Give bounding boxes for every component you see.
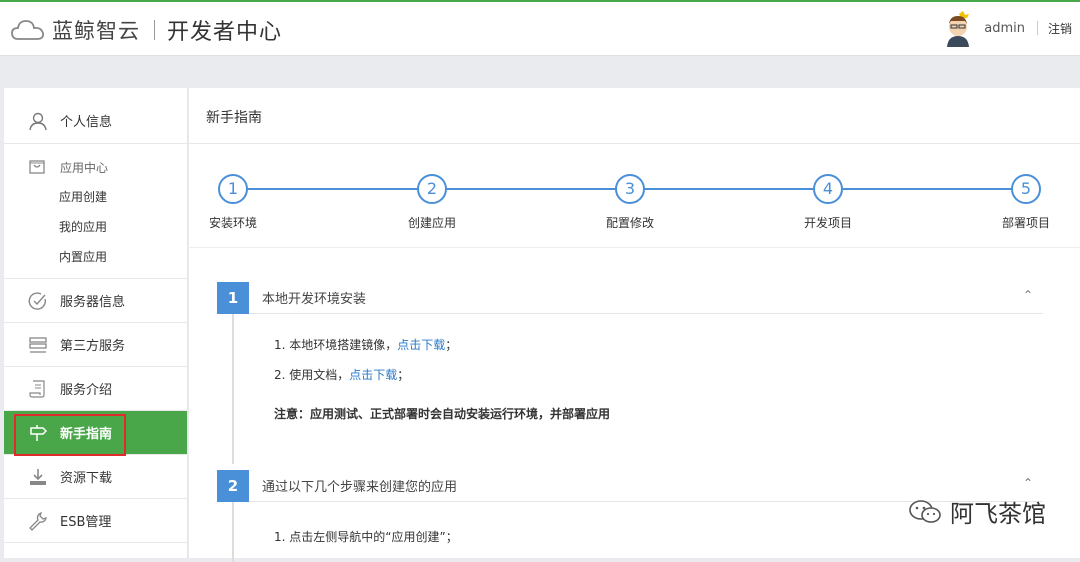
sidebar-item-esb[interactable]: ESB管理 xyxy=(4,499,187,543)
brand-divider xyxy=(154,20,155,40)
header-divider xyxy=(1036,21,1038,35)
section-number: 2 xyxy=(217,469,249,502)
user-area: admin 注销 xyxy=(944,8,1080,48)
sidebar-item-app-create[interactable]: 应用创建 xyxy=(4,182,187,212)
list-item-text: 2. 使用文档， xyxy=(274,368,350,382)
step-5[interactable]: 5 部署项目 xyxy=(986,174,1066,231)
download-link[interactable]: 点击下载 xyxy=(397,338,445,352)
list-item-tail: ； xyxy=(397,368,410,382)
sidebar-item-label: 服务介绍 xyxy=(60,383,113,398)
sidebar-item-profile[interactable]: 个人信息 xyxy=(4,88,187,144)
wrench-icon xyxy=(28,511,48,531)
top-bar: 蓝鲸智云 开发者中心 admin 注销 xyxy=(0,0,1080,56)
section-number: 1 xyxy=(217,281,249,314)
step-number: 4 xyxy=(813,174,843,204)
step-label: 开发项目 xyxy=(803,216,852,230)
step-number: 5 xyxy=(1011,174,1041,204)
sidebar-item-builtin-apps[interactable]: 内置应用 xyxy=(4,242,187,272)
watermark: 阿飞茶馆 xyxy=(908,494,1046,529)
page-title: 新手指南 xyxy=(189,88,1080,144)
step-3[interactable]: 3 配置修改 xyxy=(590,174,670,231)
sidebar-item-third-party[interactable]: 第三方服务 xyxy=(4,323,187,367)
bag-icon xyxy=(28,157,48,177)
step-label: 安装环境 xyxy=(208,216,257,230)
sidebar-item-downloads[interactable]: 资源下载 xyxy=(4,455,187,499)
section-title: 通过以下几个步骤来创建您的应用 xyxy=(262,480,458,495)
highlight-annotation-box xyxy=(14,414,126,456)
download-icon xyxy=(28,467,48,487)
sidebar: 个人信息 应用中心 应用创建 我的应用 内置应用 服务器信息 第三方服务 服务介… xyxy=(4,88,188,558)
download-link[interactable]: 点击下载 xyxy=(349,368,397,382)
step-progress: 1 安装环境 2 创建应用 3 配置修改 4 开发项目 5 部署项目 xyxy=(189,144,1080,248)
step-4[interactable]: 4 开发项目 xyxy=(788,174,868,231)
sidebar-item-server-info[interactable]: 服务器信息 xyxy=(4,279,187,323)
note-text: 注意：应用测试、正式部署时会自动安装运行环境，并部署应用 xyxy=(274,407,611,421)
wechat-icon xyxy=(909,499,941,523)
section-title: 本地开发环境安装 xyxy=(262,292,367,307)
guide-section-1: 1 本地开发环境安装 ⌃ 1. 本地环境搭建镜像，点击下载； 2. 使用文档，点… xyxy=(217,281,1043,464)
sidebar-item-label: ESB管理 xyxy=(60,515,112,530)
section-body: 1. 本地环境搭建镜像，点击下载； 2. 使用文档，点击下载； 注意：应用测试、… xyxy=(232,314,1043,464)
chevron-up-icon[interactable]: ⌃ xyxy=(1023,476,1033,490)
sidebar-item-label: 第三方服务 xyxy=(60,339,126,354)
sidebar-group-label: 应用中心 xyxy=(60,160,109,175)
user-icon xyxy=(28,111,48,131)
list-item: 1. 本地环境搭建镜像，点击下载； xyxy=(274,330,1043,360)
step-number: 1 xyxy=(218,174,248,204)
sidebar-item-label: 资源下载 xyxy=(60,471,113,486)
sidebar-item-service-intro[interactable]: 服务介绍 xyxy=(4,367,187,411)
page-section-title: 开发者中心 xyxy=(167,20,283,45)
sidebar-item-label: 个人信息 xyxy=(60,115,113,130)
sidebar-group-app-center: 应用中心 应用创建 我的应用 内置应用 xyxy=(4,144,187,279)
step-label: 配置修改 xyxy=(605,216,654,230)
step-number: 3 xyxy=(615,174,645,204)
main-panel: 新手指南 1 安装环境 2 创建应用 3 配置修改 4 开发项目 5 部署项目 … xyxy=(189,88,1080,562)
step-1[interactable]: 1 安装环境 xyxy=(193,174,273,231)
list-item-tail: ； xyxy=(445,338,458,352)
username[interactable]: admin xyxy=(984,21,1025,36)
server-stack-icon xyxy=(28,335,48,355)
avatar[interactable] xyxy=(944,9,976,47)
sidebar-item-my-apps[interactable]: 我的应用 xyxy=(4,212,187,242)
cloud-logo-icon xyxy=(11,20,45,40)
scroll-icon xyxy=(28,379,48,399)
step-label: 部署项目 xyxy=(1001,216,1050,230)
sidebar-group-header[interactable]: 应用中心 xyxy=(4,152,187,182)
list-item-text: 1. 本地环境搭建镜像， xyxy=(274,338,398,352)
brand-name: 蓝鲸智云 xyxy=(52,19,140,43)
chevron-up-icon[interactable]: ⌃ xyxy=(1023,288,1033,302)
step-label: 创建应用 xyxy=(407,216,456,230)
step-number: 2 xyxy=(417,174,447,204)
brand[interactable]: 蓝鲸智云 开发者中心 xyxy=(10,14,282,46)
step-2[interactable]: 2 创建应用 xyxy=(392,174,472,231)
watermark-text: 阿飞茶馆 xyxy=(950,500,1046,528)
logout-link[interactable]: 注销 xyxy=(1048,20,1072,37)
sidebar-item-label: 服务器信息 xyxy=(60,295,126,310)
check-circle-icon xyxy=(28,291,48,311)
section-header[interactable]: 1 本地开发环境安装 ⌃ xyxy=(217,281,1043,314)
list-item: 2. 使用文档，点击下载； xyxy=(274,360,1043,390)
